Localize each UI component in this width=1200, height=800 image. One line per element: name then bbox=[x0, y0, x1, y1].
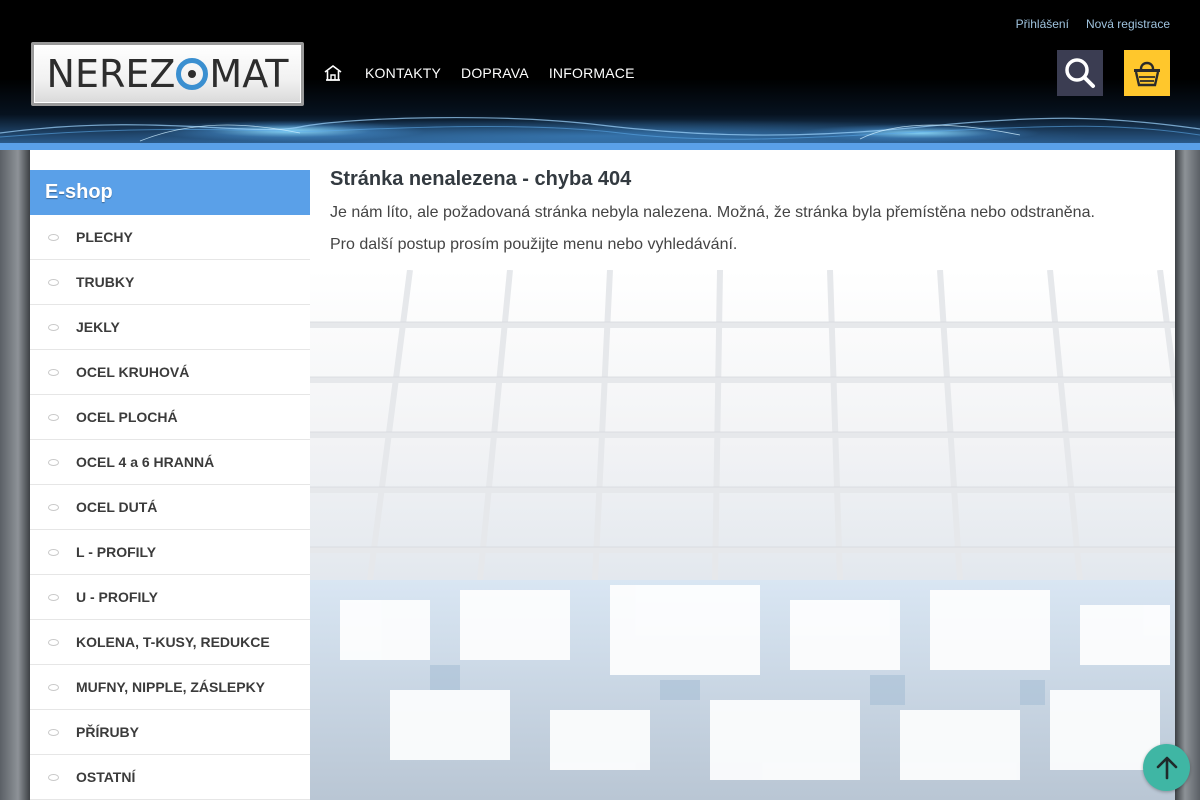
site-logo[interactable]: NEREZ MAT bbox=[31, 42, 304, 106]
bullet-icon bbox=[48, 593, 59, 601]
category-item-mufny[interactable]: MUFNY, NIPPLE, ZÁSLEPKY bbox=[30, 665, 310, 710]
main-nav: KONTAKTY DOPRAVA INFORMACE bbox=[323, 62, 655, 84]
bullet-icon bbox=[48, 323, 59, 331]
category-item-jekly[interactable]: JEKLY bbox=[30, 305, 310, 350]
bullet-icon bbox=[48, 728, 59, 736]
account-links: Přihlášení Nová registrace bbox=[1016, 17, 1170, 31]
main-content-area: Stránka nenalezena - chyba 404 Je nám lí… bbox=[310, 150, 1175, 800]
logo-wordmark: NEREZ MAT bbox=[47, 52, 289, 96]
nav-informace[interactable]: INFORMACE bbox=[549, 65, 635, 81]
bullet-icon bbox=[48, 773, 59, 781]
logo-text-start: NEREZ bbox=[46, 52, 176, 96]
login-link[interactable]: Přihlášení bbox=[1016, 17, 1069, 31]
page-frame-right bbox=[1175, 150, 1200, 800]
bullet-icon bbox=[48, 368, 59, 376]
bullet-icon bbox=[48, 278, 59, 286]
bullet-icon bbox=[48, 548, 59, 556]
page-title: Stránka nenalezena - chyba 404 bbox=[330, 168, 632, 190]
category-item-plechy[interactable]: PLECHY bbox=[30, 215, 310, 260]
scroll-to-top-button[interactable] bbox=[1143, 744, 1190, 791]
category-label: TRUBKY bbox=[76, 274, 135, 290]
error-hint: Pro další postup prosím použijte menu ne… bbox=[330, 236, 738, 253]
logo-text-end: MAT bbox=[209, 52, 289, 96]
nav-doprava[interactable]: DOPRAVA bbox=[461, 65, 529, 81]
category-item-ocel-kruhova[interactable]: OCEL KRUHOVÁ bbox=[30, 350, 310, 395]
arrow-up-icon bbox=[1156, 756, 1177, 779]
category-label: PLECHY bbox=[76, 229, 133, 245]
site-header: NEREZ MAT Přihlášení Nová registrace KON… bbox=[0, 0, 1200, 143]
error-description: Je nám líto, ale požadovaná stránka neby… bbox=[330, 204, 1095, 221]
category-label: KOLENA, T-KUSY, REDUKCE bbox=[76, 634, 270, 650]
category-label: L - PROFILY bbox=[76, 544, 157, 560]
search-icon bbox=[1065, 58, 1095, 88]
category-label: JEKLY bbox=[76, 319, 120, 335]
basket-icon bbox=[1134, 61, 1160, 87]
bullet-icon bbox=[48, 638, 59, 646]
category-label: PŘÍRUBY bbox=[76, 724, 140, 740]
category-label: OCEL DUTÁ bbox=[76, 499, 158, 515]
nav-kontakty[interactable]: KONTAKTY bbox=[365, 65, 441, 81]
category-item-l-profily[interactable]: L - PROFILY bbox=[30, 530, 310, 575]
logo-eye-icon bbox=[176, 58, 209, 90]
category-sidebar: E-shop PLECHY TRUBKY JEKLY OCEL KRUHOVÁ … bbox=[30, 150, 310, 800]
category-item-u-profily[interactable]: U - PROFILY bbox=[30, 575, 310, 620]
category-item-ocel-plocha[interactable]: OCEL PLOCHÁ bbox=[30, 395, 310, 440]
header-accent-bar bbox=[0, 143, 1200, 150]
category-label: OSTATNÍ bbox=[76, 769, 136, 785]
category-label: U - PROFILY bbox=[76, 589, 158, 605]
category-label: OCEL KRUHOVÁ bbox=[76, 364, 190, 380]
bullet-icon bbox=[48, 683, 59, 691]
category-item-priruby[interactable]: PŘÍRUBY bbox=[30, 710, 310, 755]
sidebar-heading: E-shop bbox=[30, 170, 310, 215]
bullet-icon bbox=[48, 503, 59, 511]
register-link[interactable]: Nová registrace bbox=[1086, 17, 1170, 31]
page-frame-left bbox=[0, 150, 30, 800]
background-grid-pattern bbox=[310, 270, 1175, 800]
category-label: MUFNY, NIPPLE, ZÁSLEPKY bbox=[76, 679, 266, 695]
cart-button[interactable] bbox=[1124, 50, 1170, 96]
category-list: PLECHY TRUBKY JEKLY OCEL KRUHOVÁ OCEL PL… bbox=[30, 215, 310, 800]
category-label: OCEL PLOCHÁ bbox=[76, 409, 178, 425]
category-item-ocel-hranna[interactable]: OCEL 4 a 6 HRANNÁ bbox=[30, 440, 310, 485]
category-item-trubky[interactable]: TRUBKY bbox=[30, 260, 310, 305]
category-item-ocel-duta[interactable]: OCEL DUTÁ bbox=[30, 485, 310, 530]
home-icon[interactable] bbox=[323, 63, 343, 83]
bullet-icon bbox=[48, 233, 59, 241]
category-item-ostatni[interactable]: OSTATNÍ bbox=[30, 755, 310, 800]
bullet-icon bbox=[48, 413, 59, 421]
category-label: OCEL 4 a 6 HRANNÁ bbox=[76, 454, 215, 470]
error-message-block: Stránka nenalezena - chyba 404 Je nám lí… bbox=[330, 168, 1160, 267]
category-item-kolena[interactable]: KOLENA, T-KUSY, REDUKCE bbox=[30, 620, 310, 665]
bullet-icon bbox=[48, 458, 59, 466]
search-button[interactable] bbox=[1057, 50, 1103, 96]
header-light-wave bbox=[0, 117, 1200, 142]
